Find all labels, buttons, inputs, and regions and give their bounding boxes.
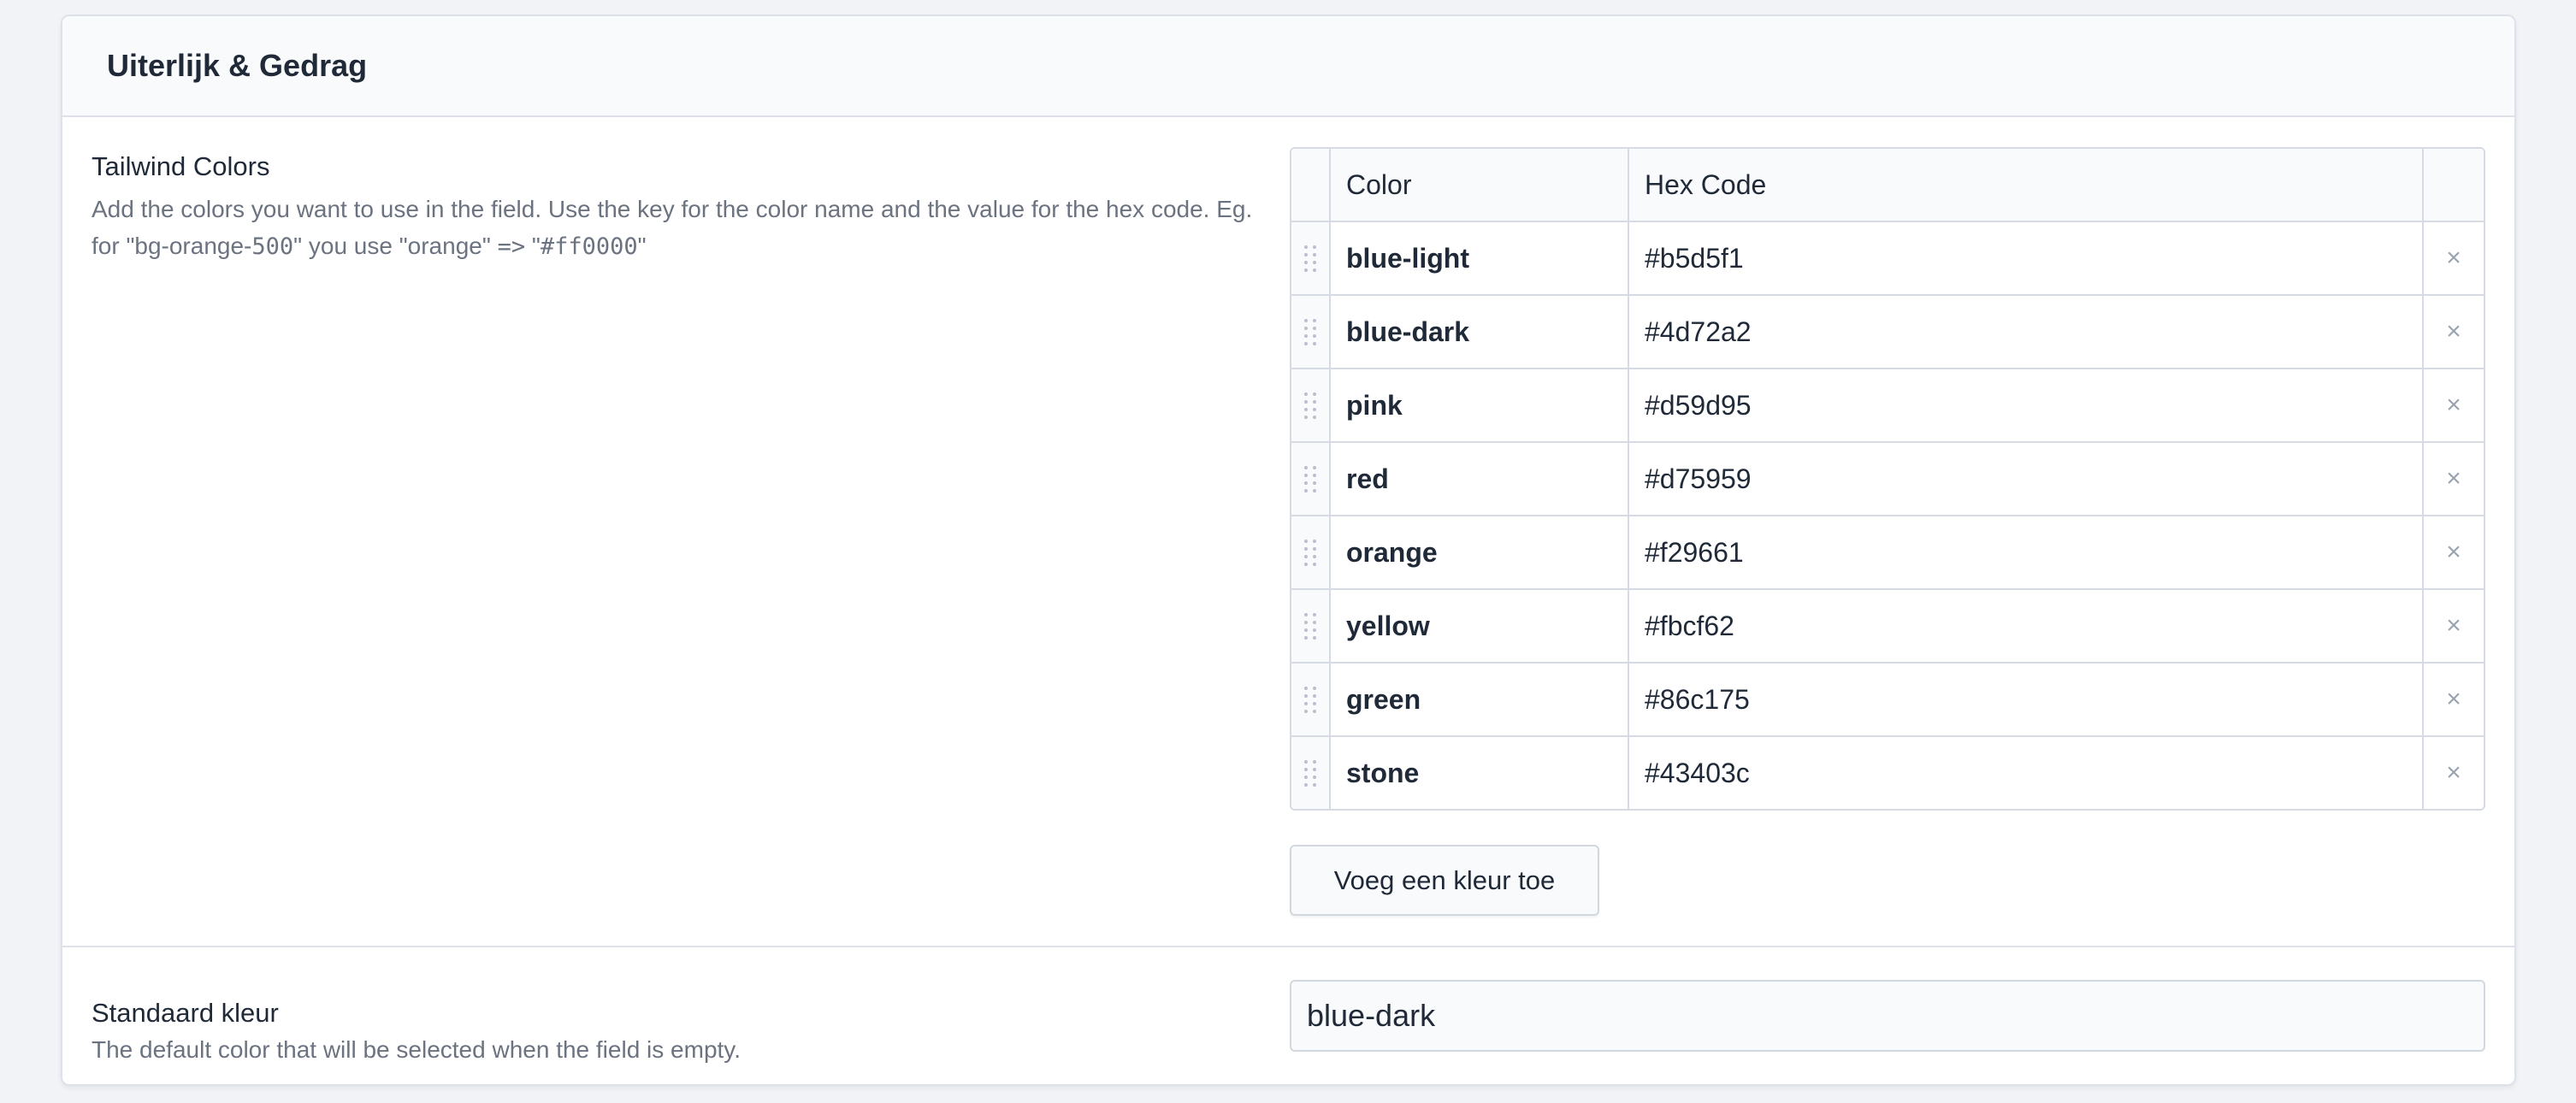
drag-handle-icon[interactable] (1291, 664, 1331, 735)
close-icon[interactable]: × (2424, 737, 2484, 809)
description-text: " (637, 233, 647, 259)
table-row: pink #d59d95 × (1291, 368, 2484, 441)
color-key-cell[interactable]: pink (1331, 369, 1629, 441)
table-row: green #86c175 × (1291, 662, 2484, 735)
close-icon[interactable]: × (2424, 296, 2484, 368)
color-key-cell[interactable]: blue-dark (1331, 296, 1629, 368)
drag-handle-icon[interactable] (1291, 443, 1331, 515)
close-icon[interactable]: × (2424, 369, 2484, 441)
table-row: blue-dark #4d72a2 × (1291, 294, 2484, 368)
description-text: " (525, 233, 541, 259)
column-header-color: Color (1331, 149, 1629, 221)
close-icon[interactable]: × (2424, 516, 2484, 588)
table-header-row: Color Hex Code (1291, 149, 2484, 221)
close-icon[interactable]: × (2424, 222, 2484, 294)
tailwind-colors-label: Tailwind Colors (92, 151, 270, 181)
hex-value-cell[interactable]: #d59d95 (1629, 369, 2424, 441)
drag-handle-icon[interactable] (1291, 222, 1331, 294)
color-key-cell[interactable]: stone (1331, 737, 1629, 809)
drag-handle-icon[interactable] (1291, 296, 1331, 368)
tailwind-colors-description: Add the colors you want to use in the fi… (92, 191, 1272, 265)
description-code: => (497, 233, 526, 260)
color-key-cell[interactable]: red (1331, 443, 1629, 515)
panel-header: Uiterlijk & Gedrag (62, 16, 2514, 117)
hex-value-cell[interactable]: #86c175 (1629, 664, 2424, 735)
hex-value-cell[interactable]: #43403c (1629, 737, 2424, 809)
panel-title: Uiterlijk & Gedrag (107, 48, 368, 83)
table-row: blue-light #b5d5f1 × (1291, 221, 2484, 294)
default-color-label: Standaard kleur (92, 998, 279, 1028)
key-value-table: Color Hex Code blue-light #b5d5f1 × blue-da… (1290, 147, 2485, 811)
table-row: stone #43403c × (1291, 735, 2484, 809)
table-row: orange #f29661 × (1291, 515, 2484, 588)
drag-handle-icon[interactable] (1291, 516, 1331, 588)
color-key-cell[interactable]: green (1331, 664, 1629, 735)
drag-handle-icon[interactable] (1291, 737, 1331, 809)
hex-value-cell[interactable]: #f29661 (1629, 516, 2424, 588)
drag-handle-icon[interactable] (1291, 590, 1331, 662)
hex-value-cell[interactable]: #d75959 (1629, 443, 2424, 515)
description-text: " you use "orange" (293, 233, 498, 259)
close-icon[interactable]: × (2424, 443, 2484, 515)
table-row: red #d75959 × (1291, 441, 2484, 515)
table-row: yellow #fbcf62 × (1291, 588, 2484, 662)
color-key-cell[interactable]: yellow (1331, 590, 1629, 662)
settings-panel: Uiterlijk & Gedrag Tailwind Colors Add t… (61, 15, 2516, 1086)
close-icon[interactable]: × (2424, 664, 2484, 735)
drag-handle-icon[interactable] (1291, 369, 1331, 441)
description-code: #ff0000 (540, 233, 638, 260)
default-color-description: The default color that will be selected … (92, 1036, 741, 1063)
header-actions-cell (2424, 149, 2484, 221)
hex-value-cell[interactable]: #fbcf62 (1629, 590, 2424, 662)
color-key-cell[interactable]: orange (1331, 516, 1629, 588)
close-icon[interactable]: × (2424, 590, 2484, 662)
hex-value-cell[interactable]: #4d72a2 (1629, 296, 2424, 368)
hex-value-cell[interactable]: #b5d5f1 (1629, 222, 2424, 294)
column-header-hex: Hex Code (1629, 149, 2424, 221)
default-color-input[interactable] (1290, 980, 2485, 1052)
color-key-cell[interactable]: blue-light (1331, 222, 1629, 294)
section-divider (62, 946, 2514, 947)
add-color-button[interactable]: Voeg een kleur toe (1290, 845, 1599, 916)
header-handle-cell (1291, 149, 1331, 221)
description-code: 500 (251, 233, 294, 260)
